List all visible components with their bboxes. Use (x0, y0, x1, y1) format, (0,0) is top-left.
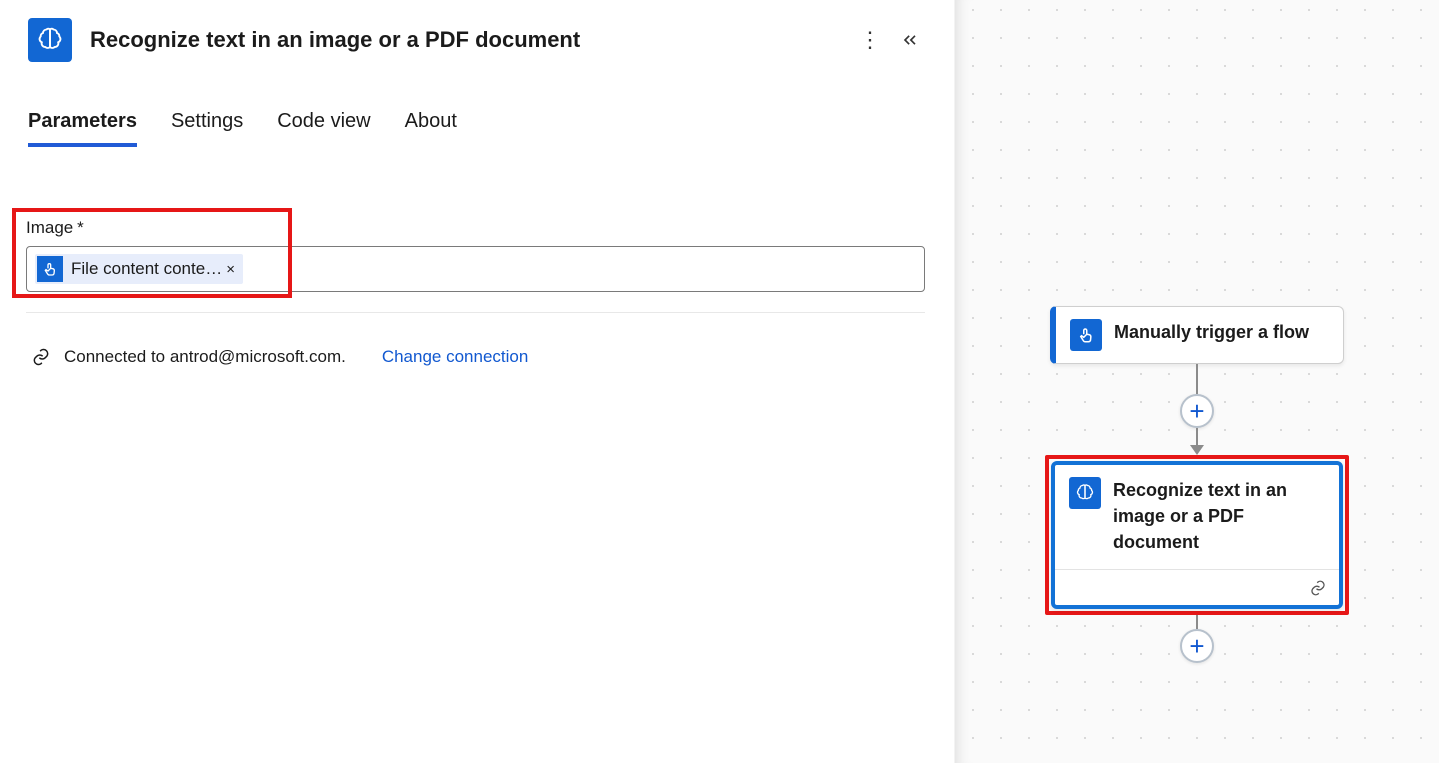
plus-icon: + (1189, 398, 1204, 424)
brain-icon (1069, 477, 1101, 509)
collapse-button[interactable] (890, 20, 930, 60)
edge (1196, 364, 1198, 394)
tab-about[interactable]: About (405, 110, 457, 147)
arrowhead-icon (1190, 445, 1204, 455)
tabs: Parameters Settings Code view About (0, 72, 954, 147)
required-mark: * (77, 218, 84, 237)
tab-settings[interactable]: Settings (171, 110, 243, 147)
link-icon (30, 346, 52, 368)
connection-text: Connected to antrod@microsoft.com. (64, 347, 346, 367)
node-trigger-title: Manually trigger a flow (1114, 319, 1309, 351)
add-step-button[interactable]: + (1180, 629, 1214, 663)
panel-header: Recognize text in an image or a PDF docu… (0, 0, 954, 72)
token-text: File content conte… (65, 259, 226, 279)
image-token[interactable]: File content conte… × (35, 254, 243, 284)
flow-column: Manually trigger a flow + Recognize text… (1046, 306, 1348, 663)
image-field-label-row: Image * (26, 218, 84, 238)
edge (1196, 615, 1198, 629)
more-button[interactable]: ⋮ (850, 20, 890, 60)
token-remove[interactable]: × (226, 261, 235, 278)
plus-icon: + (1189, 633, 1204, 659)
link-icon (1309, 579, 1327, 597)
add-step-button[interactable]: + (1180, 394, 1214, 428)
touch-icon (1070, 319, 1102, 351)
node-recognize-text-title: Recognize text in an image or a PDF docu… (1113, 477, 1325, 555)
change-connection-link[interactable]: Change connection (382, 347, 529, 367)
more-icon: ⋮ (859, 27, 881, 53)
flow-canvas[interactable]: Manually trigger a flow + Recognize text… (955, 0, 1439, 763)
highlight-annotation: Recognize text in an image or a PDF docu… (1045, 455, 1349, 615)
edge (1196, 428, 1198, 446)
divider (26, 312, 925, 313)
node-trigger[interactable]: Manually trigger a flow (1050, 306, 1344, 364)
panel-title: Recognize text in an image or a PDF docu… (90, 27, 850, 53)
node-recognize-text[interactable]: Recognize text in an image or a PDF docu… (1051, 461, 1343, 609)
tab-code-view[interactable]: Code view (277, 110, 370, 147)
touch-icon (37, 256, 63, 282)
tab-parameters[interactable]: Parameters (28, 110, 137, 147)
connection-row: Connected to antrod@microsoft.com. Chang… (30, 346, 528, 368)
details-panel: Recognize text in an image or a PDF docu… (0, 0, 955, 763)
image-field-label: Image (26, 218, 73, 237)
image-input[interactable]: File content conte… × (26, 246, 925, 292)
brain-icon (28, 18, 72, 62)
node-footer (1055, 569, 1339, 605)
chevron-double-left-icon (900, 30, 920, 50)
